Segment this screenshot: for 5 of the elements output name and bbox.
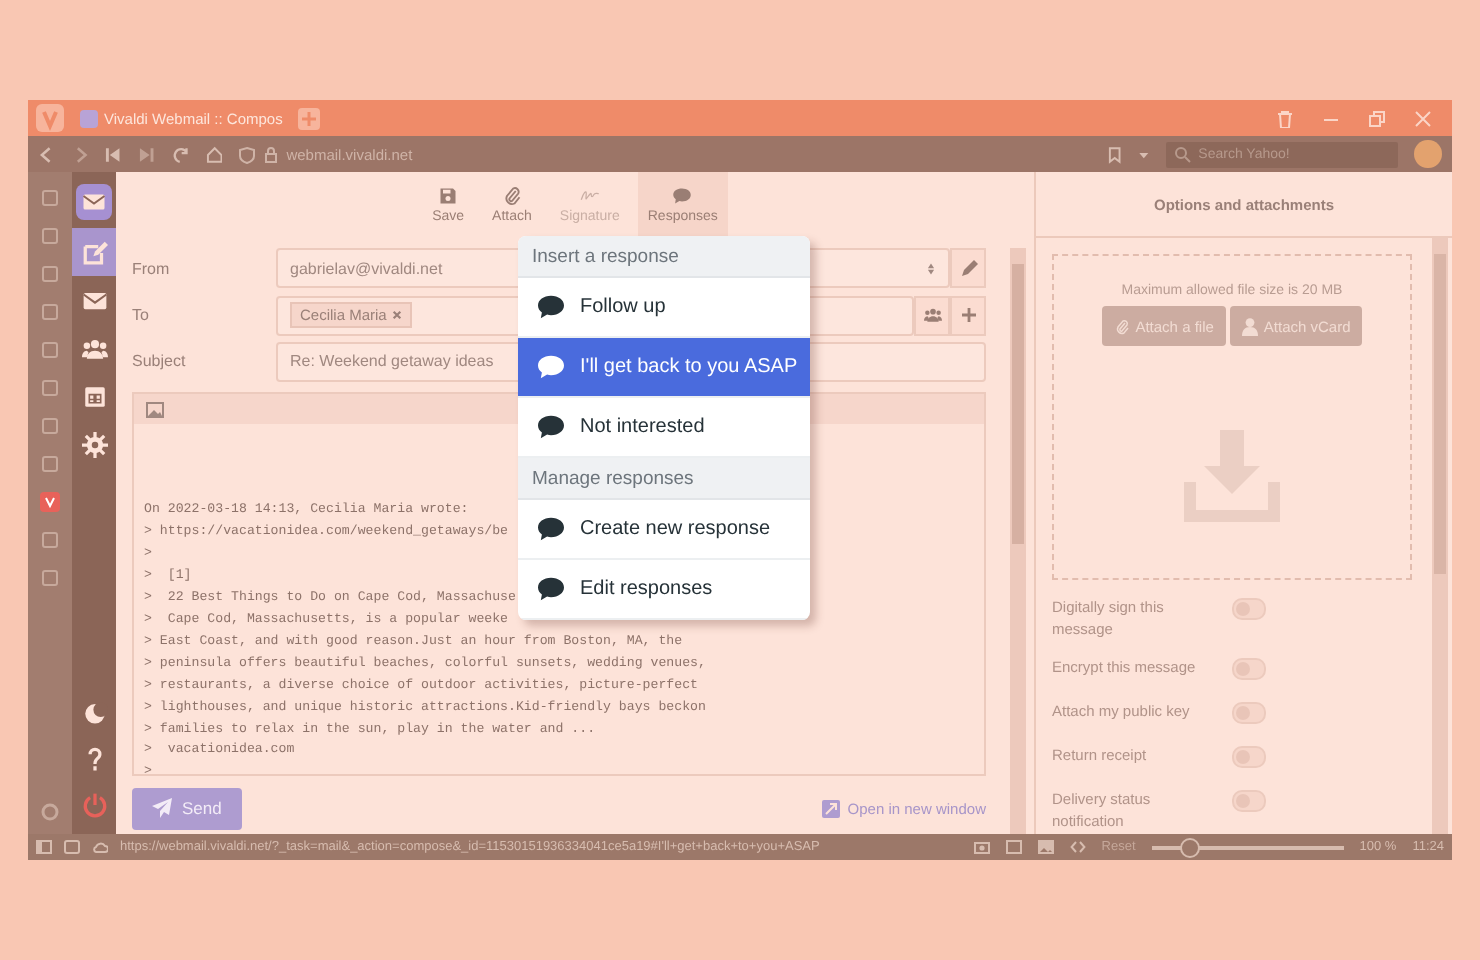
from-label: From — [132, 259, 172, 278]
menu-heading: Insert a response — [518, 236, 810, 278]
to-label: To — [132, 306, 151, 325]
subject-label: Subject — [132, 352, 188, 371]
menu-heading: Manage responses — [518, 458, 810, 500]
